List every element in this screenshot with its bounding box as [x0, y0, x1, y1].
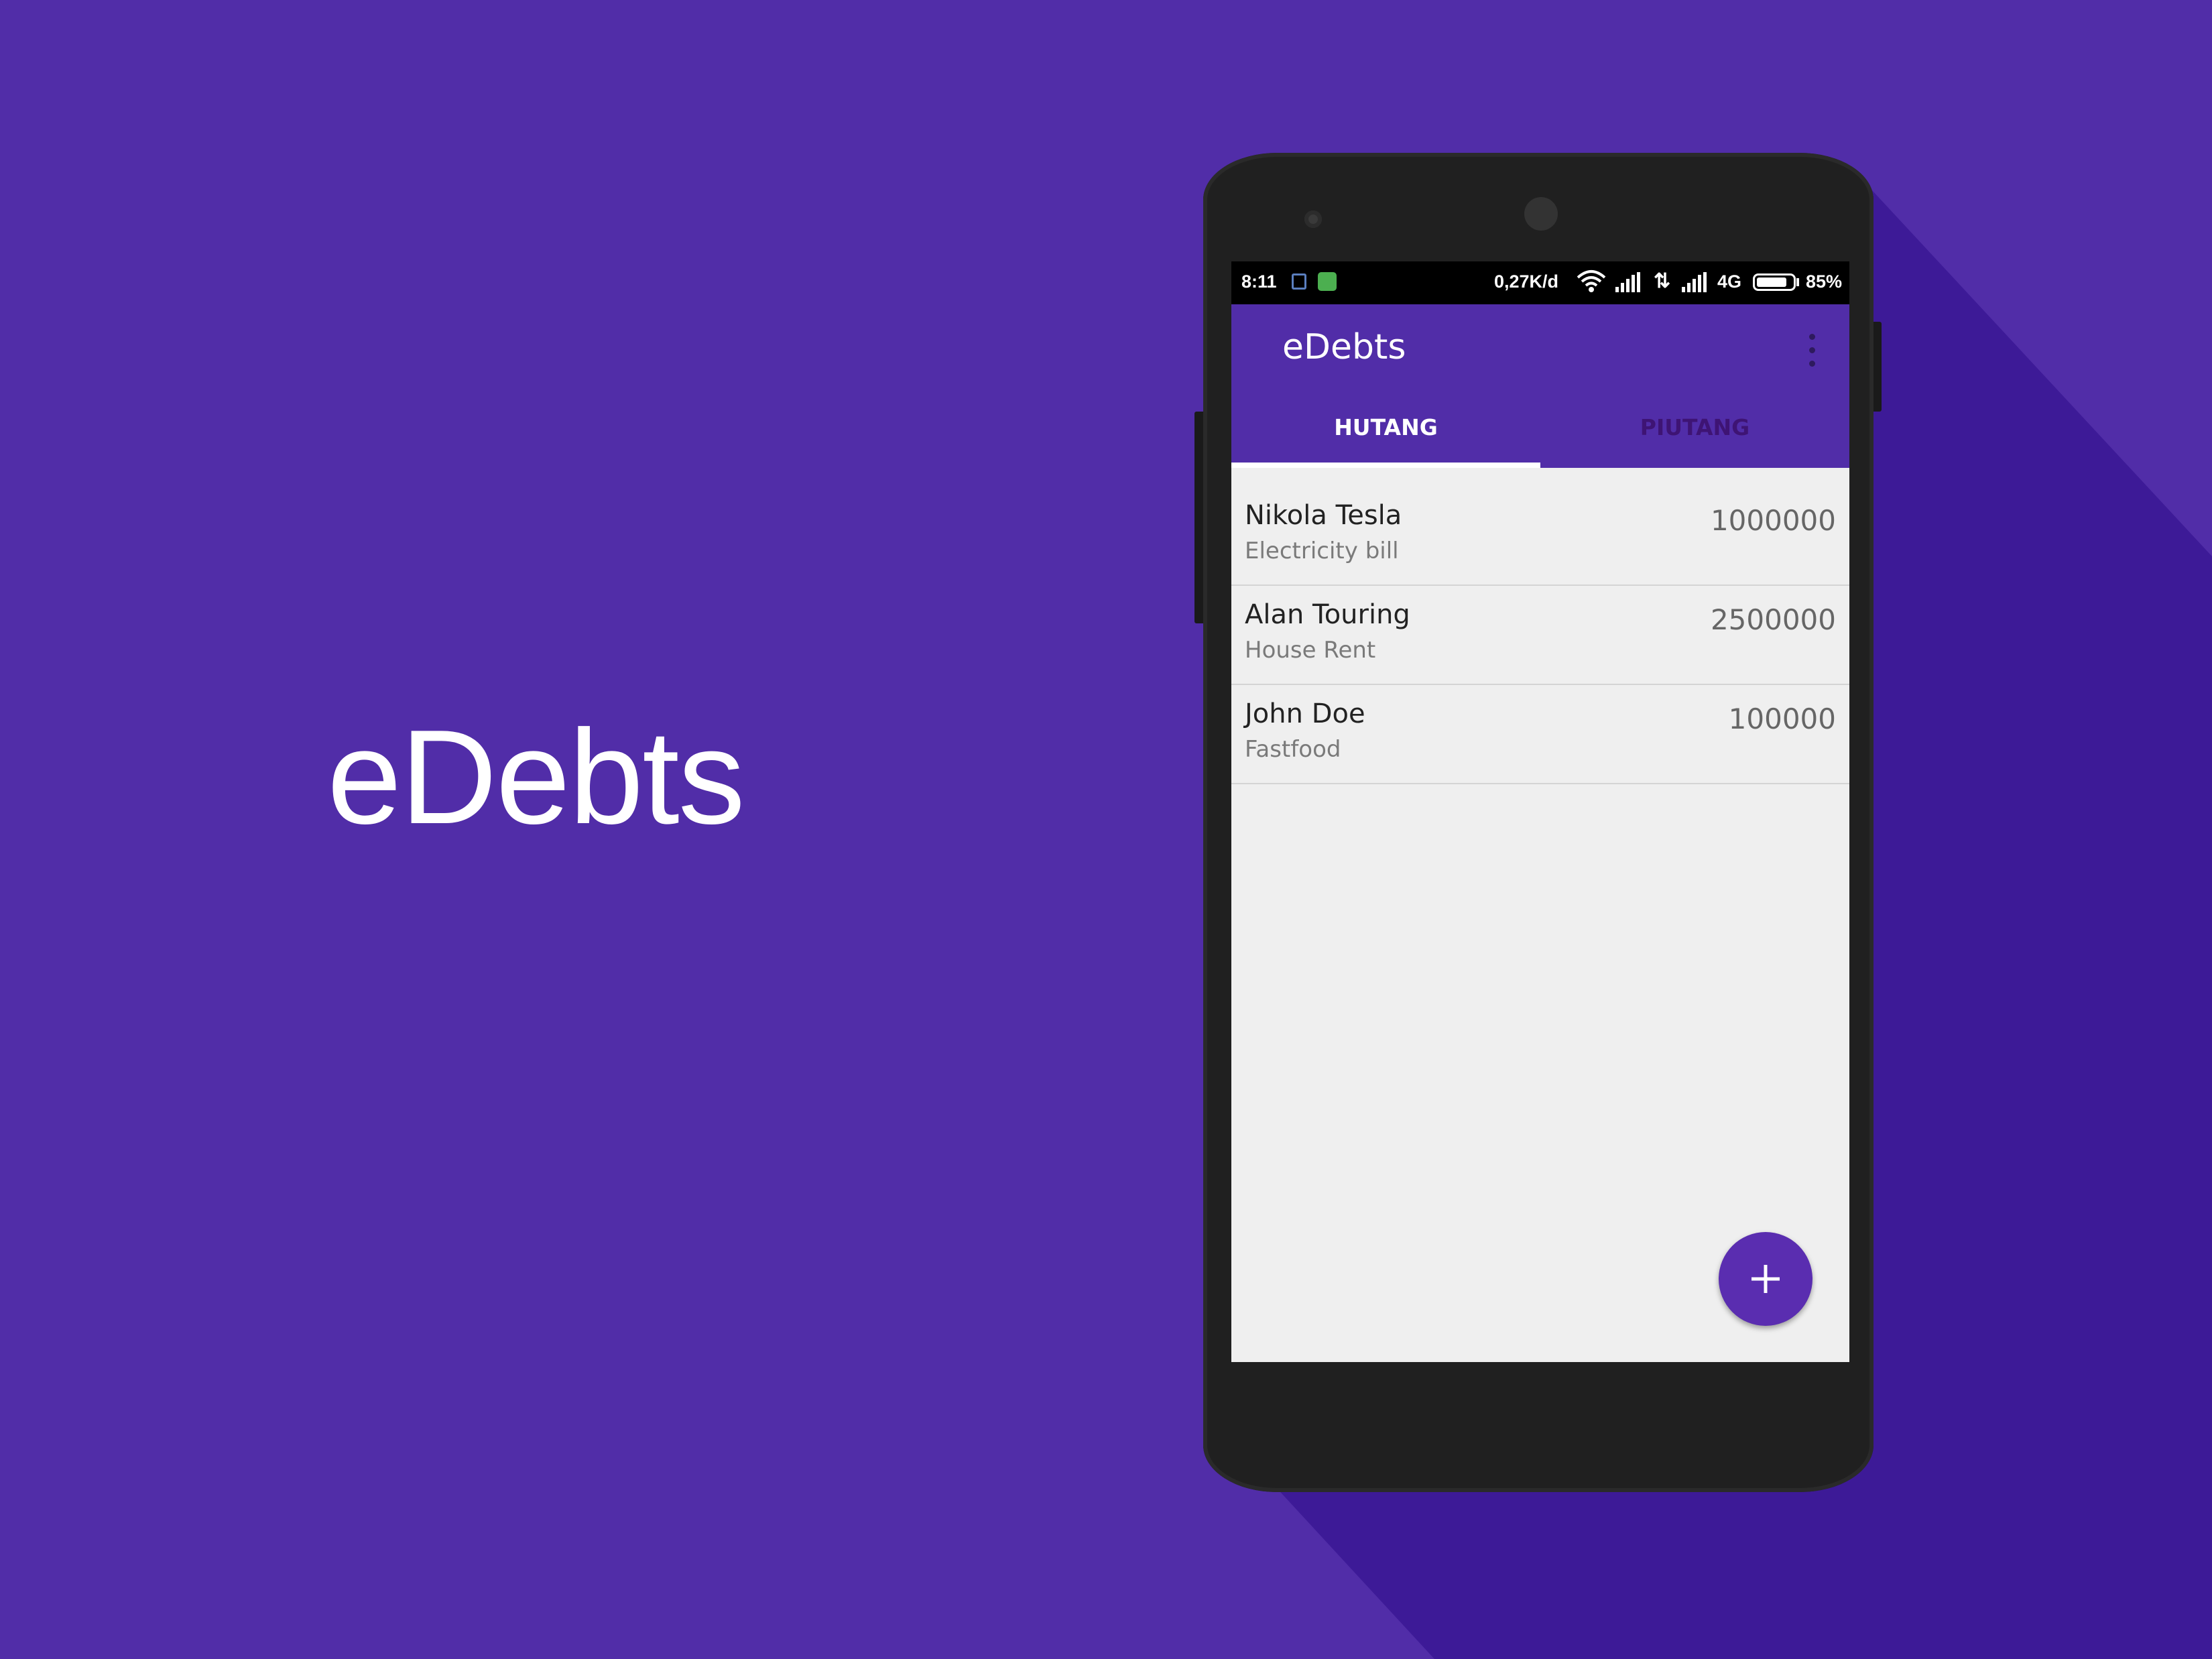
- tab-bar: HUTANG PIUTANG: [1231, 386, 1849, 468]
- hero-title: eDebts: [327, 702, 745, 852]
- battery-tip: [1796, 278, 1799, 286]
- battery-level: [1757, 278, 1786, 287]
- add-debt-button[interactable]: [1719, 1232, 1812, 1326]
- phone-side-button-right: [1873, 322, 1882, 412]
- android-notification-icon: [1318, 272, 1337, 291]
- app-title: eDebts: [1282, 327, 1406, 367]
- battery-icon: [1753, 273, 1796, 291]
- debtor-name: John Doe: [1245, 698, 1365, 729]
- plus-icon: [1752, 1265, 1780, 1293]
- overflow-menu-icon[interactable]: [1801, 331, 1821, 371]
- status-time: 8:11: [1241, 271, 1277, 292]
- battery-percent: 85%: [1806, 271, 1843, 292]
- debtor-name: Nikola Tesla: [1245, 500, 1402, 531]
- phone-screen: 8:11 0,27K/d ⇅ 4G 85% eDebts HUTANG PIUT…: [1231, 261, 1849, 1362]
- promo-stage: eDebts 8:11 0,27K/d ⇅ 4G 85% eDebts HUTA…: [0, 0, 2212, 1659]
- network-type: 4G: [1717, 271, 1742, 292]
- list-item[interactable]: Alan Touring House Rent 2500000: [1231, 586, 1849, 685]
- debt-amount: 1000000: [1710, 504, 1836, 537]
- status-bar: 8:11 0,27K/d ⇅ 4G 85%: [1231, 261, 1849, 304]
- list-item[interactable]: John Doe Fastfood 100000: [1231, 685, 1849, 784]
- debt-description: House Rent: [1245, 637, 1376, 664]
- wifi-icon: [1577, 268, 1606, 300]
- notification-icon: [1292, 273, 1306, 290]
- phone-sensor: [1304, 210, 1322, 228]
- signal-icon: [1615, 272, 1642, 297]
- debt-description: Fastfood: [1245, 736, 1341, 763]
- phone-side-button-left: [1194, 412, 1204, 623]
- debtor-name: Alan Touring: [1245, 599, 1410, 630]
- phone-camera: [1524, 197, 1558, 231]
- debt-amount: 2500000: [1710, 603, 1836, 636]
- app-bar: eDebts: [1231, 304, 1849, 386]
- debt-list: Nikola Tesla Electricity bill 1000000 Al…: [1231, 487, 1849, 784]
- tab-hutang[interactable]: HUTANG: [1231, 386, 1540, 468]
- data-transfer-icon: ⇅: [1654, 270, 1671, 292]
- signal-icon-secondary: [1682, 272, 1709, 297]
- list-item[interactable]: Nikola Tesla Electricity bill 1000000: [1231, 487, 1849, 586]
- network-speed: 0,27K/d: [1494, 271, 1559, 292]
- tab-selected-indicator: [1231, 463, 1540, 468]
- debt-amount: 100000: [1728, 702, 1836, 735]
- tab-piutang[interactable]: PIUTANG: [1540, 386, 1849, 468]
- debt-description: Electricity bill: [1245, 538, 1399, 564]
